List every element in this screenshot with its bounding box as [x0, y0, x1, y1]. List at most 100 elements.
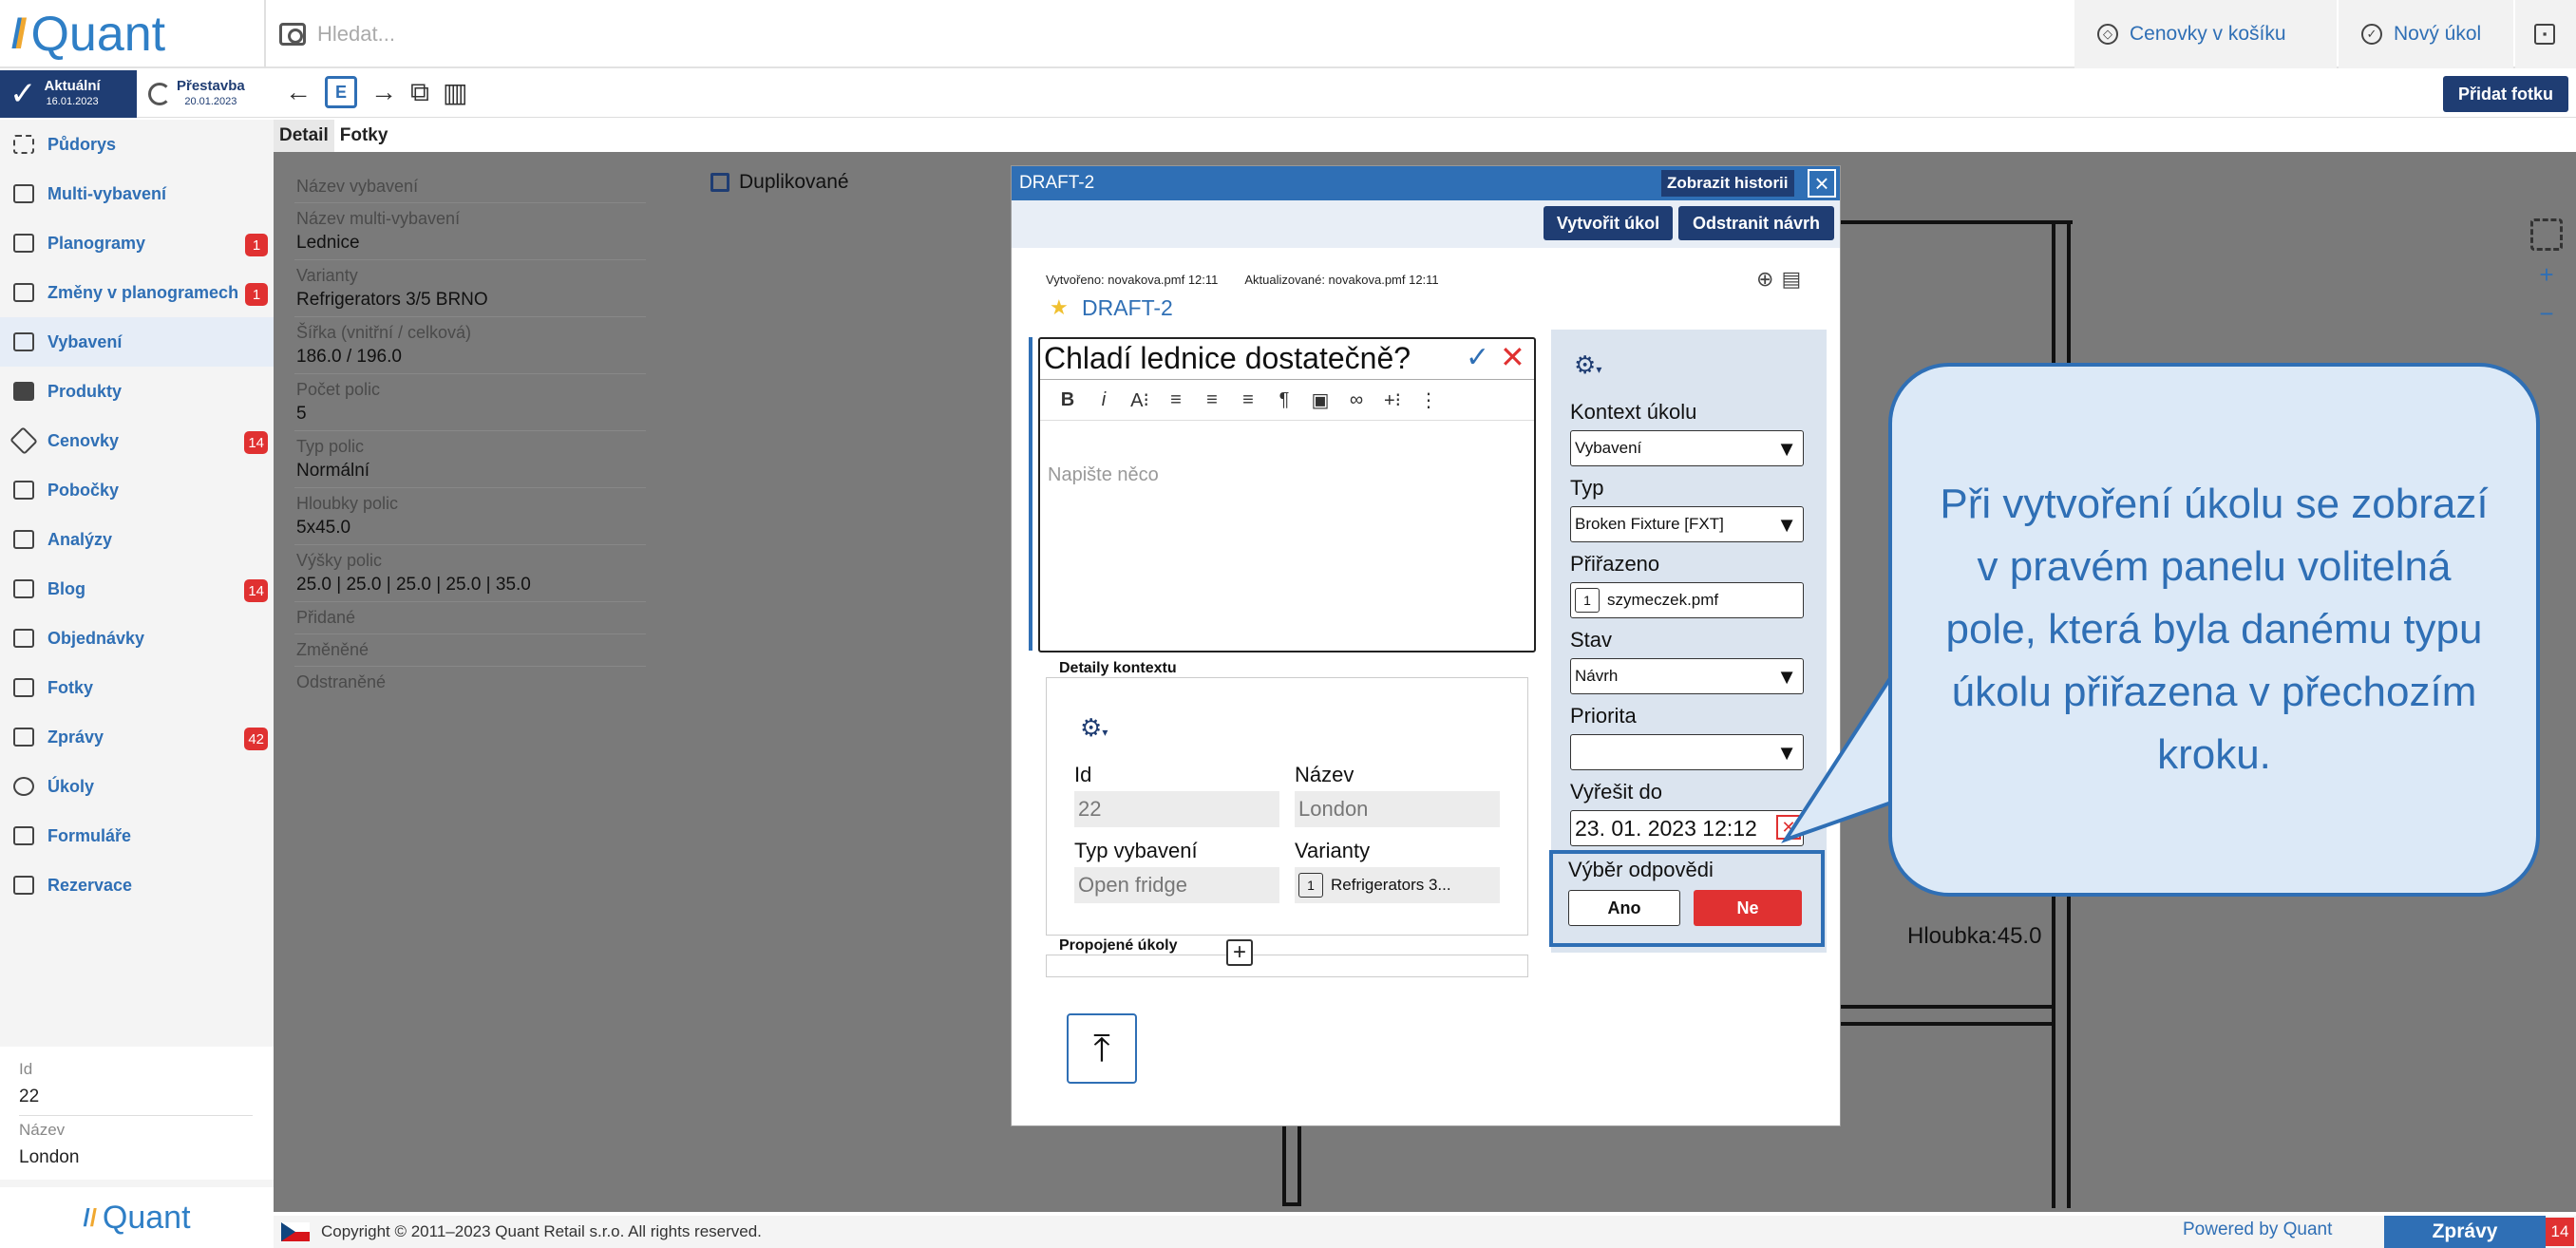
sidebar-item-cenovky[interactable]: Cenovky 14: [0, 416, 274, 465]
clear-date-icon[interactable]: ✕: [1776, 815, 1801, 840]
zoom-in-icon[interactable]: +: [2539, 260, 2553, 290]
comments-icon[interactable]: ▤: [1781, 267, 1801, 292]
copyright-text: Copyright © 2011–2023 Quant Retail s.r.o…: [321, 1222, 762, 1240]
chevron-down-icon: ▼: [1776, 513, 1797, 537]
new-task-button[interactable]: ✓ Nový úkol: [2339, 0, 2513, 68]
sidebar-item-label: Blog: [47, 578, 85, 598]
detail-label: Název vybavení: [296, 177, 419, 196]
due-date-input[interactable]: 23. 01. 2023 12:12 ✕: [1570, 810, 1804, 846]
priority-select[interactable]: ▼: [1570, 734, 1804, 770]
frame-select-icon[interactable]: ⧉: [410, 77, 429, 108]
align-right-icon[interactable]: ≡: [1230, 389, 1266, 411]
task-title-input[interactable]: Chladí lednice dostatečně?: [1044, 341, 1411, 376]
add-linked-task-button[interactable]: +: [1226, 939, 1253, 966]
gear-icon[interactable]: ⚙▾: [1574, 350, 1601, 380]
edit-mode-button[interactable]: E: [325, 76, 357, 108]
price-tags-cart-button[interactable]: ◇ Cenovky v košíku: [2074, 0, 2337, 68]
confirm-icon[interactable]: ✓: [1466, 341, 1489, 374]
sidebar-item-planogramy[interactable]: Planogramy 1: [0, 218, 274, 268]
zoom-out-icon[interactable]: −: [2539, 299, 2553, 329]
count-badge: 14: [244, 579, 268, 602]
type-select[interactable]: Broken Fixture [FXT] ▼: [1570, 506, 1804, 542]
price-tags-cart-label: Cenovky v košíku: [2130, 23, 2286, 45]
callout-bubble: Při vytvoření úkolu se zobrazí v pravém …: [1888, 363, 2540, 897]
paragraph-icon[interactable]: ¶: [1266, 389, 1302, 411]
sidebar-item-pobocky[interactable]: Pobočky: [0, 465, 274, 515]
sidebar-item-fotky[interactable]: Fotky: [0, 663, 274, 712]
version-rebuild-date: 20.01.2023: [184, 96, 237, 107]
sidebar-item-produkty[interactable]: Produkty: [0, 367, 274, 416]
detail-value: 25.0 | 25.0 | 25.0 | 25.0 | 35.0: [296, 575, 531, 595]
multi-equipment-icon: [13, 184, 34, 203]
messages-button[interactable]: Zprávy: [2384, 1216, 2546, 1248]
czech-flag-icon[interactable]: [281, 1222, 310, 1241]
font-size-icon[interactable]: A⁝: [1122, 388, 1158, 412]
answer-no-button[interactable]: Ne: [1694, 890, 1802, 926]
link-icon[interactable]: ∞: [1338, 389, 1374, 411]
sidebar-item-blog[interactable]: Blog 14: [0, 564, 274, 614]
upload-button[interactable]: ⤒: [1067, 1013, 1137, 1084]
assigned-field[interactable]: 1 szymeczek.pmf: [1570, 582, 1804, 618]
powered-by[interactable]: Powered by Quant: [2183, 1220, 2332, 1240]
sidebar-item-rezervace[interactable]: Rezervace: [0, 860, 274, 910]
align-left-icon[interactable]: ≡: [1158, 389, 1194, 411]
cancel-icon[interactable]: ✕: [1500, 339, 1525, 375]
gear-icon[interactable]: ⚙▾: [1080, 713, 1108, 743]
task-editor[interactable]: Chladí lednice dostatečně? ✓ ✕ B i A⁝ ≡ …: [1038, 337, 1536, 652]
divider: [19, 1115, 253, 1116]
arrow-right-icon[interactable]: →: [370, 77, 397, 107]
edit-icon: [13, 579, 34, 598]
insert-icon[interactable]: +⁝: [1374, 388, 1411, 412]
dialog-meta: Vytvořeno: novakova.pmf 12:11 Aktualizov…: [1046, 273, 1439, 287]
delete-draft-button[interactable]: Odstranit návrh: [1678, 206, 1834, 240]
camera-icon[interactable]: [279, 23, 306, 46]
image-icon[interactable]: ▣: [1302, 388, 1338, 412]
footer-logo-text: Quant: [102, 1199, 191, 1236]
italic-icon[interactable]: i: [1086, 389, 1122, 411]
more-icon[interactable]: ⋮: [1411, 388, 1447, 412]
search-input[interactable]: Hledat...: [317, 22, 395, 47]
sidebar-item-pudorys[interactable]: Půdorys: [0, 120, 274, 169]
detail-row: Přidané: [294, 602, 646, 634]
info-id-label: Id: [19, 1060, 33, 1078]
tab-fotky[interactable]: Fotky: [334, 120, 394, 152]
app-logo[interactable]: // Quant: [11, 6, 165, 63]
align-center-icon[interactable]: ≡: [1194, 389, 1230, 411]
sidebar-item-ukoly[interactable]: Úkoly: [0, 762, 274, 811]
sidebar-item-analyzy[interactable]: Analýzy: [0, 515, 274, 564]
sidebar-item-label: Produkty: [47, 381, 123, 401]
show-history-button[interactable]: Zobrazit historii: [1661, 170, 1794, 197]
detail-label: Šířka (vnitřní / celková): [296, 323, 472, 342]
bold-icon[interactable]: B: [1050, 389, 1086, 411]
assigned-count-chip: 1: [1575, 588, 1600, 613]
sidebar-item-objednavky[interactable]: Objednávky: [0, 614, 274, 663]
context-type-label: Typ vybavení: [1074, 839, 1198, 862]
editor-body[interactable]: Napište něco: [1048, 464, 1159, 486]
sidebar-item-zmeny[interactable]: Změny v planogramech 1: [0, 268, 274, 317]
version-rebuild-text: Přestavba 20.01.2023: [177, 79, 245, 109]
create-task-button[interactable]: Vytvořit úkol: [1544, 206, 1673, 240]
user-menu-button[interactable]: ▪: [2515, 0, 2576, 68]
planogram-icon[interactable]: ▥: [443, 77, 467, 108]
add-photo-button[interactable]: Přidat fotku: [2443, 76, 2568, 112]
zoom-search-icon[interactable]: ⊕: [1756, 267, 1773, 292]
version-rebuild-button[interactable]: Přestavba 20.01.2023: [141, 70, 264, 118]
sidebar-item-zpravy[interactable]: Zprávy 42: [0, 712, 274, 762]
star-icon[interactable]: ★: [1050, 295, 1069, 320]
sidebar-item-vybaveni[interactable]: Vybavení: [0, 317, 274, 367]
close-icon[interactable]: ×: [1808, 169, 1836, 198]
sidebar-item-multi-vybaveni[interactable]: Multi-vybavení: [0, 169, 274, 218]
version-current-button[interactable]: ✓ Aktuální 16.01.2023: [0, 70, 137, 118]
top-bar: // Quant Hledat... ◇ Cenovky v košíku ✓ …: [0, 0, 2576, 68]
state-select[interactable]: Návrh ▼: [1570, 658, 1804, 694]
sidebar-footer-logo: // Quant: [0, 1187, 274, 1248]
search-box[interactable]: Hledat...: [279, 11, 395, 57]
context-type-value: Open fridge: [1074, 867, 1279, 903]
duplicated-link[interactable]: Duplikované: [710, 171, 849, 194]
fit-frame-icon[interactable]: [2530, 218, 2563, 251]
sidebar-item-formulare[interactable]: Formuláře: [0, 811, 274, 860]
tab-detail[interactable]: Detail: [274, 120, 334, 152]
answer-yes-button[interactable]: Ano: [1568, 890, 1680, 926]
arrow-left-icon[interactable]: ←: [285, 77, 312, 107]
task-context-select[interactable]: Vybavení ▼: [1570, 430, 1804, 466]
